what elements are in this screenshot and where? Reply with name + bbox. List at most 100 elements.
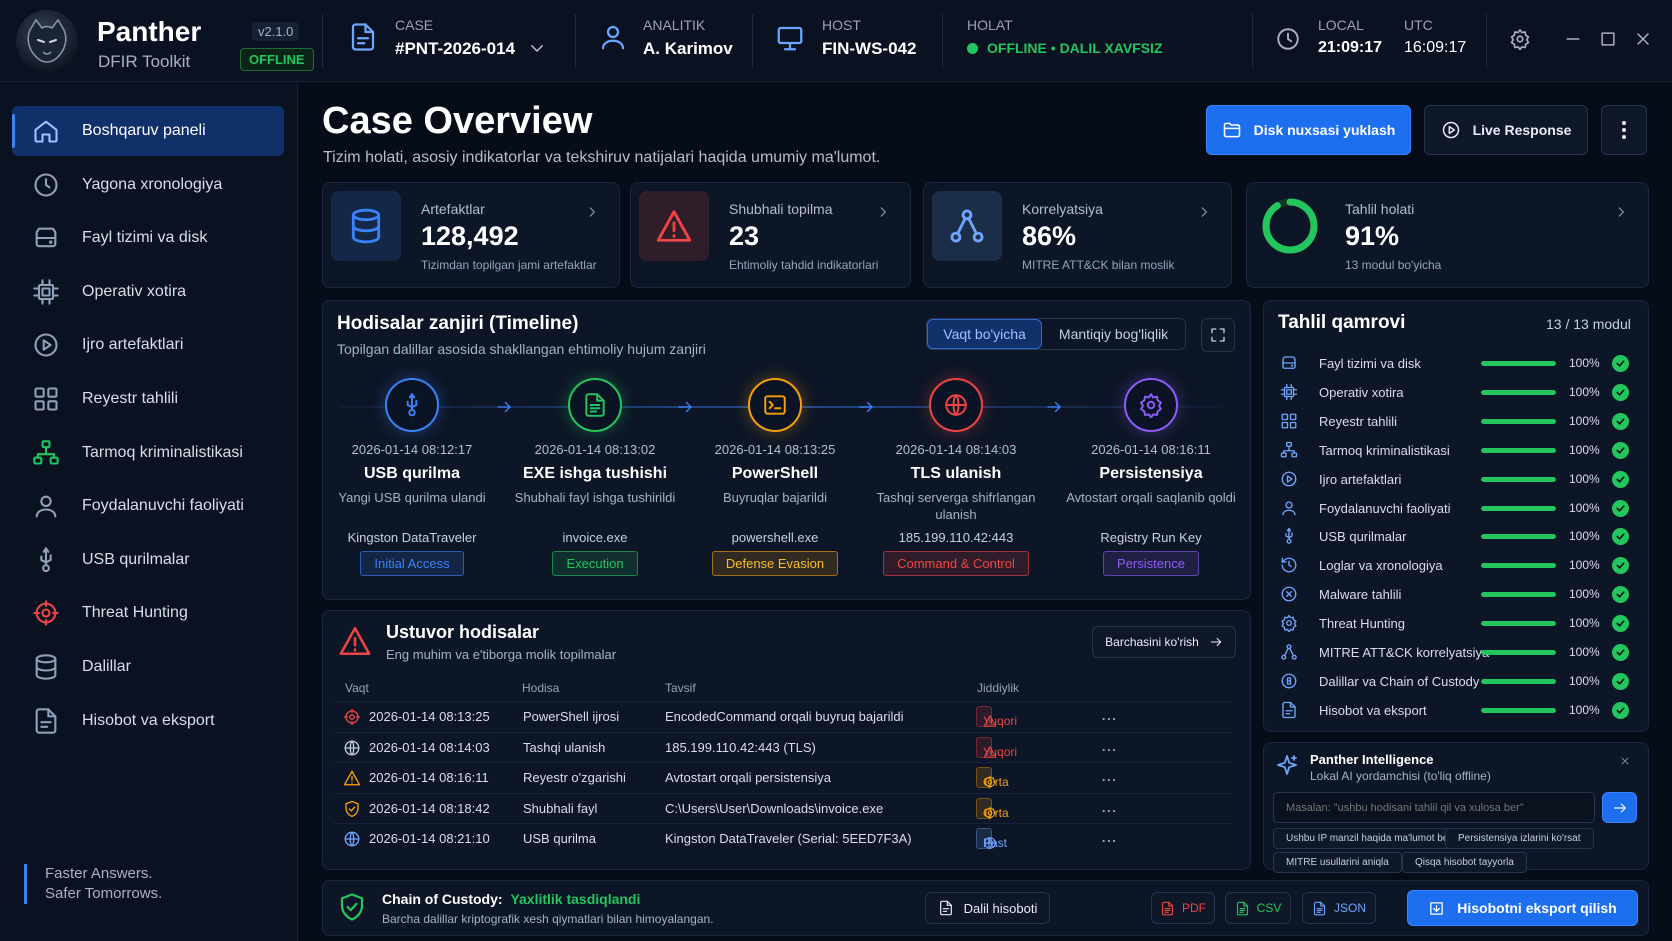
sidebar-item-threat-hunting[interactable]: Threat Hunting xyxy=(12,588,284,638)
ai-suggestion-chip[interactable]: MITRE usullarini aniqla xyxy=(1273,852,1402,873)
app-name: Panther xyxy=(97,16,202,47)
timeline-step[interactable]: 2026-01-14 08:13:25 PowerShell Buyruqlar b… xyxy=(685,378,865,576)
table-row[interactable]: 2026-01-14 08:21:10 USB qurilma Kingston D… xyxy=(333,823,1233,853)
progress-fill xyxy=(1481,361,1556,366)
maximize-icon[interactable] xyxy=(1598,29,1618,49)
coverage-module-row[interactable]: Tarmoq kriminalistikasi 100% xyxy=(1280,436,1629,464)
step-title: Persistensiya xyxy=(1099,465,1203,482)
case-selector[interactable]: #PNT-2026-014 xyxy=(395,39,515,59)
timeline-step[interactable]: 2026-01-14 08:14:03 TLS ulanish Tashqi ser… xyxy=(866,378,1046,576)
row-more-menu[interactable]: ⋯ xyxy=(1101,801,1118,821)
ai-suggestion-chip[interactable]: Qisqa hisobot tayyorla xyxy=(1402,852,1527,873)
coverage-module-row[interactable]: MITRE ATT&CK korrelyatsiya 100% xyxy=(1280,638,1629,666)
timeline-step[interactable]: 2026-01-14 08:13:02 EXE ishga tushishi Shu… xyxy=(505,378,685,576)
step-title: PowerShell xyxy=(731,465,819,482)
coverage-module-row[interactable]: Threat Hunting 100% xyxy=(1280,609,1629,637)
settings-gear-icon[interactable] xyxy=(1509,28,1531,50)
kpi-card[interactable]: Artefaktlar 128,492 Tizimdan topilgan jami… xyxy=(322,182,620,288)
module-label: Fayl tizimi va disk xyxy=(1319,356,1421,371)
upload-disk-image-button[interactable]: Disk nuxsasi yuklash xyxy=(1206,105,1411,155)
sidebar-item-label: Hisobot va eksport xyxy=(82,711,215,729)
module-label: Foydalanuvchi faoliyati xyxy=(1319,500,1451,516)
ai-suggestion-chip[interactable]: Ushbu IP manzil haqida ma'lumot ber xyxy=(1273,828,1465,849)
coverage-module-row[interactable]: Malware tahlili 100% xyxy=(1280,580,1629,608)
row-more-menu[interactable]: ⋯ xyxy=(1101,709,1118,729)
coverage-module-row[interactable]: Reyestr tahlili 100% xyxy=(1280,407,1629,435)
ai-prompt-input[interactable] xyxy=(1273,792,1595,823)
timeline-step[interactable]: 2026-01-14 08:16:11 Persistensiya Avtostar… xyxy=(1061,378,1241,576)
view-all-events-button[interactable]: Barchasini ko'rish xyxy=(1092,626,1236,658)
chevron-right-icon[interactable] xyxy=(1197,205,1211,219)
event-time: 2026-01-14 08:18:42 xyxy=(369,800,490,816)
coverage-module-row[interactable]: Foydalanuvchi faoliyati 100% xyxy=(1280,494,1629,522)
chevron-right-icon[interactable] xyxy=(585,205,599,219)
sidebar-item-ijro-artefaktlari[interactable]: Ijro artefaktlari xyxy=(12,320,284,370)
kpi-icon-box xyxy=(1255,191,1325,261)
more-options-button[interactable] xyxy=(1601,105,1647,155)
kpi-card[interactable]: Shubhali topilma 23 Ehtimoliy tahdid indik… xyxy=(630,182,911,288)
minimize-icon[interactable] xyxy=(1563,29,1583,49)
step-time: 2026-01-14 08:12:17 xyxy=(351,442,473,457)
ai-suggestion-chip[interactable]: Persistensiya izlarini ko'rsat xyxy=(1445,828,1594,849)
sidebar-item-reyestr-tahlili[interactable]: Reyestr tahlili xyxy=(12,374,284,424)
json-label: JSON xyxy=(1333,901,1366,915)
status-label: HOLAT xyxy=(967,17,1013,33)
col-event: Hodisa xyxy=(522,681,560,695)
expand-timeline-button[interactable] xyxy=(1201,318,1235,352)
table-row[interactable]: 2026-01-14 08:18:42 Shubhali fayl C:\Users… xyxy=(333,792,1233,823)
table-row[interactable]: 2026-01-14 08:13:25 PowerShell ijrosi Enco… xyxy=(333,701,1233,731)
row-more-menu[interactable]: ⋯ xyxy=(1101,831,1118,851)
divider xyxy=(1486,14,1487,68)
module-progress-bar xyxy=(1481,418,1556,424)
coverage-title: Tahlil qamrovi xyxy=(1278,312,1406,333)
chevron-right-icon[interactable] xyxy=(876,205,890,219)
check-icon xyxy=(1612,586,1629,604)
row-more-menu[interactable]: ⋯ xyxy=(1101,770,1118,790)
chevron-right-icon[interactable] xyxy=(1614,205,1628,219)
kpi-card[interactable]: Tahlil holati 91% 13 modul bo'yicha xyxy=(1246,182,1649,288)
coverage-module-row[interactable]: Ijro artefaktlari 100% xyxy=(1280,465,1629,493)
close-ai-icon[interactable] xyxy=(1619,755,1631,767)
severity-badge: O'rta xyxy=(976,767,1009,789)
sidebar-item-boshqaruv-paneli[interactable]: Boshqaruv paneli xyxy=(12,106,284,156)
sidebar-item-tarmoq-kriminalistikasi[interactable]: Tarmoq kriminalistikasi xyxy=(12,428,284,478)
export-report-button[interactable]: Hisobotni eksport qilish xyxy=(1407,890,1638,926)
sidebar-item-foydalanuvchi-faoliyati[interactable]: Foydalanuvchi faoliyati xyxy=(12,481,284,531)
sidebar-item-dalillar[interactable]: Dalillar xyxy=(12,642,284,692)
toggle-logical-link[interactable]: Mantiqiy bog'liqlik xyxy=(1042,319,1185,349)
module-progress-bar xyxy=(1481,563,1556,569)
table-row[interactable]: 2026-01-14 08:14:03 Tashqi ulanish 185.199… xyxy=(333,731,1233,762)
module-percent: 100% xyxy=(1569,529,1600,544)
event-description: Kingston DataTraveler (Serial: 5EED7F3A) xyxy=(665,831,912,846)
table-row[interactable]: 2026-01-14 08:16:11 Reyestr o'zgarishi Avt… xyxy=(333,762,1233,792)
toggle-by-time[interactable]: Vaqt bo'yicha xyxy=(927,319,1043,349)
row-more-menu[interactable]: ⋯ xyxy=(1101,740,1118,760)
coverage-module-row[interactable]: USB qurilmalar 100% xyxy=(1280,522,1629,550)
live-response-button[interactable]: Live Response xyxy=(1424,105,1588,155)
coverage-module-row[interactable]: Hisobot va eksport 100% xyxy=(1280,696,1629,724)
export-csv-button[interactable]: CSV xyxy=(1225,892,1291,924)
sidebar-item-hisobot-va-eksport[interactable]: Hisobot va eksport xyxy=(12,696,284,746)
coverage-module-row[interactable]: Loglar va xronologiya 100% xyxy=(1280,551,1629,579)
sidebar-item-label: Foydalanuvchi faoliyati xyxy=(82,497,244,515)
ai-send-button[interactable] xyxy=(1602,792,1637,823)
sidebar-item-yagona-xronologiya[interactable]: Yagona xronologiya xyxy=(12,160,284,210)
close-window-icon[interactable] xyxy=(1633,29,1653,49)
coverage-module-row[interactable]: Operativ xotira 100% xyxy=(1280,378,1629,406)
terminal-icon xyxy=(762,392,788,418)
sidebar-item-operativ-xotira[interactable]: Operativ xotira xyxy=(12,267,284,317)
module-label: Dalillar va Chain of Custody xyxy=(1319,673,1480,689)
kpi-card[interactable]: Korrelyatsiya 86% MITRE ATT&CK bilan mosli… xyxy=(923,182,1232,288)
chevron-down-icon[interactable] xyxy=(528,39,546,57)
sidebar-item-usb-qurilmalar[interactable]: USB qurilmalar xyxy=(12,535,284,585)
export-pdf-button[interactable]: PDF xyxy=(1151,892,1215,924)
timeline-subtitle: Topilgan dalillar asosida shakllangan eh… xyxy=(337,341,706,357)
progress-fill xyxy=(1481,592,1556,598)
export-json-button[interactable]: JSON xyxy=(1302,892,1376,924)
timeline-step[interactable]: 2026-01-14 08:12:17 USB qurilma Yangi USB … xyxy=(322,378,502,576)
coverage-module-row[interactable]: Dalillar va Chain of Custody 100% xyxy=(1280,667,1629,695)
evidence-report-button[interactable]: Dalil hisoboti xyxy=(925,892,1050,924)
sidebar-item-fayl-tizimi-va-disk[interactable]: Fayl tizimi va disk xyxy=(12,213,284,263)
progress-fill xyxy=(1481,678,1556,684)
coverage-module-row[interactable]: Fayl tizimi va disk 100% xyxy=(1280,349,1629,377)
